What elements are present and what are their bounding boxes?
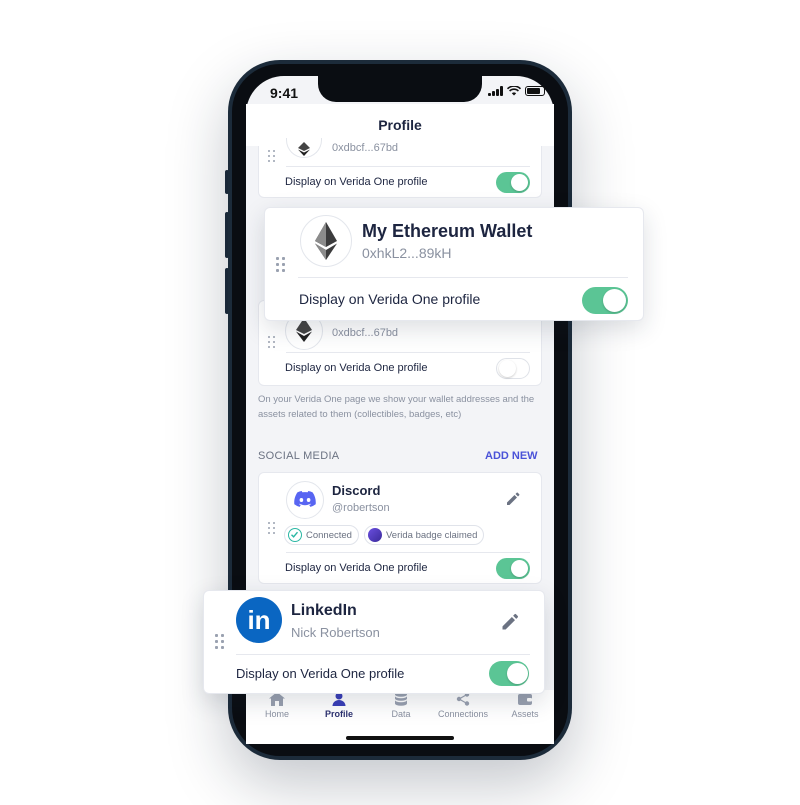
tab-connections[interactable]: Connections [432, 692, 494, 719]
wallet-info-text: On your Verida One page we show your wal… [258, 394, 535, 420]
divider [236, 654, 530, 655]
ethereum-icon [296, 318, 312, 342]
wallet-name: My Ethereum Wallet [362, 221, 533, 241]
home-indicator [346, 736, 454, 740]
linkedin-handle: Nick Robertson [291, 625, 380, 640]
display-toggle-label: Display on Verida One profile [285, 562, 428, 574]
ethereum-icon [315, 222, 337, 260]
wallet-address: 0xdbcf...67bd [332, 142, 399, 154]
display-toggle[interactable] [496, 558, 530, 579]
status-icons [488, 86, 545, 96]
verida-badge: Verida badge claimed [364, 525, 485, 545]
display-toggle[interactable] [582, 287, 628, 314]
display-toggle[interactable] [496, 358, 530, 379]
connected-badge: Connected [284, 525, 359, 545]
linkedin-icon: in [247, 605, 271, 635]
wallet-address: 0xhkL2...89kH [362, 245, 452, 261]
tab-assets[interactable]: Assets [494, 692, 556, 719]
display-toggle[interactable] [489, 661, 529, 686]
edit-icon[interactable] [500, 612, 520, 632]
tab-label: Assets [511, 709, 539, 719]
check-icon [288, 528, 302, 542]
linkedin-logo: in [236, 597, 282, 643]
display-toggle-label: Display on Verida One profile [299, 291, 481, 307]
discord-name: Discord [332, 483, 381, 498]
phone-notch [318, 74, 482, 102]
discord-handle: @robertson [332, 502, 390, 514]
tab-label: Home [264, 709, 289, 719]
tab-home[interactable]: Home [246, 692, 308, 719]
add-new-button[interactable]: ADD NEW [485, 450, 538, 462]
display-toggle[interactable] [496, 172, 530, 193]
badge-label: Connected [306, 529, 352, 541]
tab-data[interactable]: Data [370, 692, 432, 719]
signal-icon [488, 86, 503, 96]
drag-handle-icon[interactable] [215, 634, 225, 650]
verida-badge-icon [368, 528, 382, 542]
discord-icon [294, 491, 316, 507]
status-time: 9:41 [270, 85, 299, 101]
drag-handle-icon[interactable] [268, 336, 276, 348]
page-title: Profile [378, 117, 422, 133]
tab-profile[interactable]: Profile [308, 692, 370, 719]
stage: 9:41 Profile 0xdbcf...67bd Display on Ve… [0, 0, 800, 805]
tab-label: Data [391, 709, 411, 719]
linkedin-name: LinkedIn [291, 602, 357, 619]
tab-label: Connections [437, 709, 489, 719]
wallet-icon [518, 694, 532, 705]
share-icon [456, 692, 470, 706]
section-title: SOCIAL MEDIA [258, 450, 340, 462]
display-toggle-label: Display on Verida One profile [285, 362, 428, 374]
wallet-address: 0xdbcf...67bd [332, 327, 399, 339]
tab-label: Profile [324, 709, 353, 719]
divider [298, 277, 628, 278]
home-icon [269, 692, 285, 706]
display-toggle-label: Display on Verida One profile [285, 176, 428, 188]
database-icon [395, 692, 407, 706]
display-toggle-label: Display on Verida One profile [236, 666, 405, 681]
badge-label: Verida badge claimed [386, 529, 478, 541]
drag-handle-icon[interactable] [268, 522, 276, 534]
divider [286, 166, 530, 167]
drag-handle-icon[interactable] [276, 257, 286, 273]
divider [286, 352, 530, 353]
ethereum-icon [298, 142, 310, 156]
drag-handle-icon[interactable] [268, 150, 276, 162]
user-icon [332, 692, 346, 706]
edit-icon[interactable] [505, 491, 521, 507]
battery-icon [525, 86, 545, 96]
wifi-icon [507, 86, 521, 96]
divider [286, 552, 530, 553]
